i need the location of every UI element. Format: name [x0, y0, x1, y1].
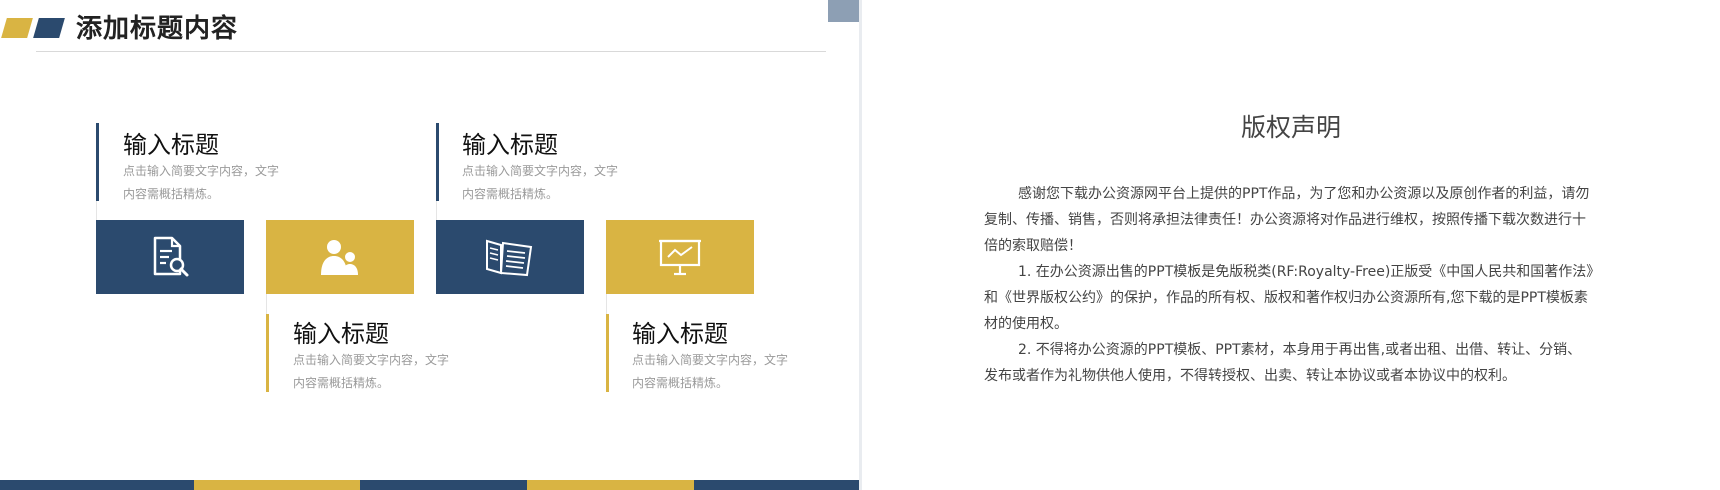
copyright-paragraph-2: 1. 在办公资源出售的PPT模板是免版税类(RF:Royalty-Free)正版…: [984, 264, 1594, 332]
item-3-icon-block: [436, 220, 584, 294]
item-2-accent-bar: [266, 314, 269, 392]
item-2-description: 点击输入简要文字内容，文字 内容需概括精炼。: [293, 349, 493, 395]
item-3-connector: [436, 201, 437, 221]
item-4-accent-bar: [606, 314, 609, 392]
copyright-title: 版权声明: [1240, 113, 1341, 142]
item-4-connector: [606, 294, 607, 314]
copyright-body: 感谢您下载办公资源网平台上提供的PPT作品，为了您和办公资源以及原创作者的利益，…: [984, 181, 1594, 389]
item-4-description-line1: 点击输入简要文字内容，文字: [632, 353, 789, 367]
footer-stripe-4: [527, 480, 694, 490]
newspaper-icon: [486, 239, 533, 277]
item-2-icon-block: [266, 220, 414, 294]
item-1-title: 输入标题: [123, 131, 219, 159]
item-2-description-line2: 内容需概括精炼。: [293, 376, 390, 390]
item-1-icon-block: [96, 220, 244, 294]
item-4-title: 输入标题: [632, 320, 728, 348]
item-4-icon-block: [606, 220, 754, 294]
footer-stripe-5: [694, 480, 859, 490]
corner-block: [828, 0, 859, 22]
item-2-title: 输入标题: [293, 320, 389, 348]
item-1-description-line2: 内容需概括精炼。: [123, 187, 220, 201]
footer-stripe-3: [360, 480, 527, 490]
copyright-paragraph-3: 2. 不得将办公资源的PPT模板、PPT素材，本身用于再出售,或者出租、出借、转…: [984, 342, 1582, 384]
presentation-board-icon: [659, 239, 701, 276]
header-divider: [36, 51, 826, 52]
header-mark-navy: [33, 18, 65, 38]
item-1-description-line1: 点击输入简要文字内容，文字: [123, 164, 280, 178]
item-3-description: 点击输入简要文字内容，文字 内容需概括精炼。: [462, 160, 662, 206]
copyright-paragraph-1: 感谢您下载办公资源网平台上提供的PPT作品，为了您和办公资源以及原创作者的利益，…: [984, 186, 1590, 254]
people-icon: [321, 240, 358, 275]
item-3-accent-bar: [436, 123, 439, 201]
item-2-description-line1: 点击输入简要文字内容，文字: [293, 353, 450, 367]
footer-stripe-1: [0, 480, 194, 490]
item-1-description: 点击输入简要文字内容，文字 内容需概括精炼。: [123, 160, 323, 206]
content-slide: 添加标题内容 输入标题 点击输入简要文字内容，文字 内容需概括精炼。 输入标题: [0, 0, 859, 490]
item-3-description-line2: 内容需概括精炼。: [462, 187, 559, 201]
item-3-description-line1: 点击输入简要文字内容，文字: [462, 164, 619, 178]
document-search-icon: [153, 236, 189, 277]
item-1-connector: [96, 201, 97, 221]
item-1-accent-bar: [96, 123, 99, 201]
item-2-connector: [266, 294, 267, 314]
copyright-slide: 版权声明 感谢您下载办公资源网平台上提供的PPT作品，为了您和办公资源以及原创作…: [862, 0, 1720, 490]
item-4-description: 点击输入简要文字内容，文字 内容需概括精炼。: [632, 349, 832, 395]
header-mark-gold: [1, 18, 33, 38]
item-3-title: 输入标题: [462, 131, 558, 159]
footer-stripe-2: [194, 480, 360, 490]
item-4-description-line2: 内容需概括精炼。: [632, 376, 729, 390]
slide-title: 添加标题内容: [76, 14, 239, 44]
